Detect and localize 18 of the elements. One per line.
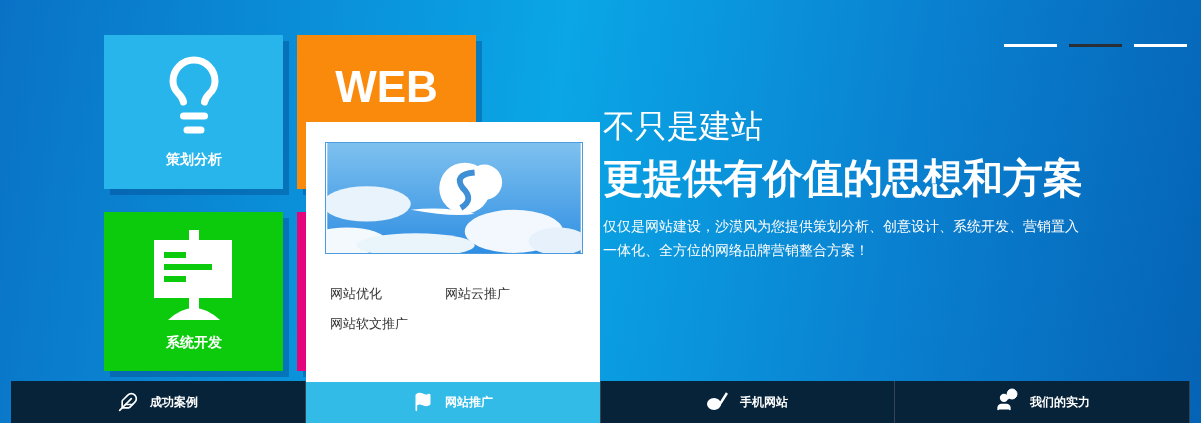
tile-title: WEB (335, 64, 438, 109)
slide-indicator[interactable] (1004, 44, 1057, 47)
signboard-icon (153, 229, 234, 320)
promo-link[interactable]: 网站优化 (330, 284, 445, 304)
slide-indicator[interactable] (1134, 44, 1187, 47)
slide-indicator[interactable] (1069, 44, 1122, 47)
hero-description: 仅仅是网站建设，沙漠风为您提供策划分析、创意设计、系统开发、营销置入 (603, 217, 1080, 236)
hero-headline: 更提供有价值的思想和方案 (603, 155, 1083, 202)
tile-label: 系统开发 (165, 332, 222, 352)
hero-description: 一体化、全方位的网络品牌营销整合方案！ (603, 241, 870, 260)
hero-subtitle: 不只是建站 (603, 107, 764, 146)
tile-label: 策划分析 (165, 150, 222, 170)
promo-link[interactable]: 网站软文推广 (330, 313, 445, 333)
promo-link[interactable]: 网站云推广 (445, 284, 560, 304)
feather-icon (117, 392, 138, 412)
mouse-check-icon (706, 392, 729, 412)
nav-tab[interactable]: 成功案例 (11, 381, 306, 423)
nav-tab[interactable]: 手机网站 (600, 381, 896, 423)
